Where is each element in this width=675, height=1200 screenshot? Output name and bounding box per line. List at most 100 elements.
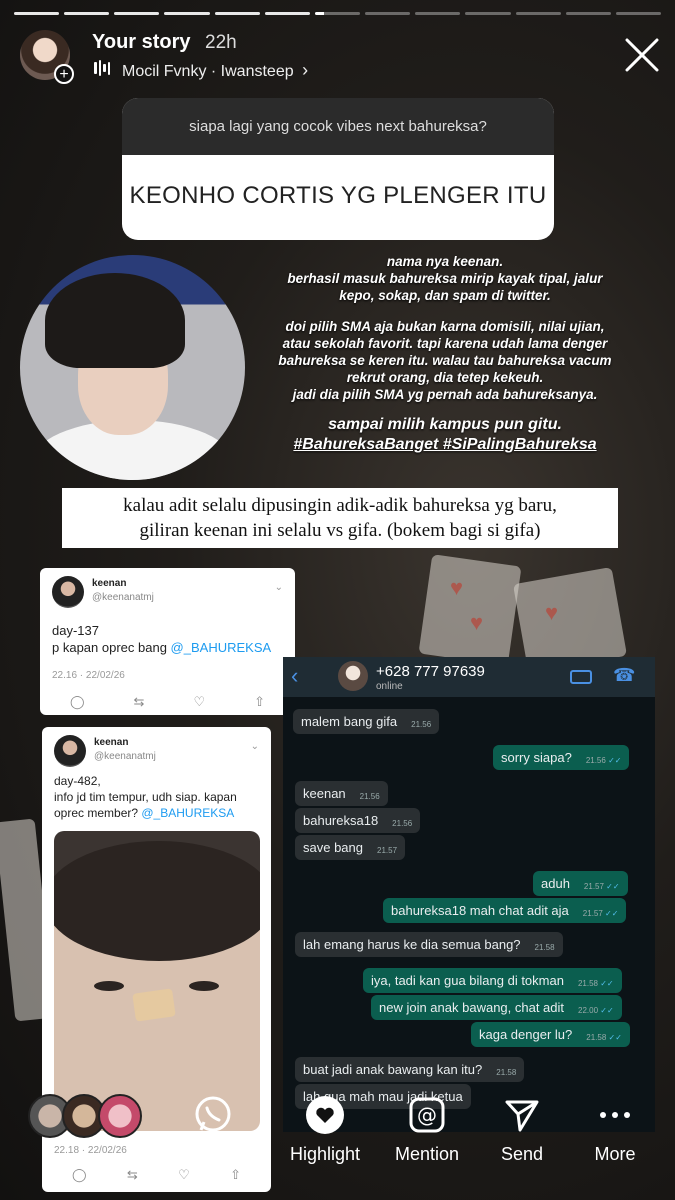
incoming-message[interactable]: malem bang gifa 21.56 [293, 709, 440, 734]
question-sticker: siapa lagi yang cocok vibes next bahurek… [122, 98, 554, 240]
message-text: keenan [303, 786, 346, 801]
progress-segment [365, 12, 411, 15]
message-time: 21.56 [411, 720, 432, 729]
svg-text:@: @ [417, 1103, 437, 1127]
like-icon[interactable]: ♡ [178, 1167, 190, 1183]
message-text: sorry siapa? [501, 750, 572, 765]
tweet-text: day-482, info jd tim tempur, udh siap. k… [54, 773, 237, 821]
message-text: new join anak bawang, chat adit [379, 1000, 565, 1015]
tweet-line: p kapan oprec bang [52, 640, 171, 655]
send-button[interactable]: Send [482, 1096, 562, 1165]
desc-line: atau sekolah favorit. tapi karena udah l… [282, 336, 608, 351]
story-description: nama nya keenan. berhasil masuk bahureks… [245, 253, 645, 455]
caption-line: kalau adit selalu dipusingin adik-adik b… [123, 495, 557, 516]
tweet-line: info jd tim tempur, udh siap. kapan [54, 790, 237, 804]
outgoing-message[interactable]: iya, tadi kan gua bilang di tokman 21.58 [363, 968, 622, 993]
heart-suit-icon: ♥ [470, 610, 484, 635]
contact-status: online [376, 681, 403, 692]
tweet-photo[interactable] [54, 831, 260, 1131]
share-icon[interactable]: ⇧ [230, 1167, 241, 1183]
progress-segment [164, 12, 210, 15]
desc-line: kepo, sokap, dan spam di twitter. [339, 288, 551, 303]
video-call-icon[interactable] [570, 670, 592, 684]
outgoing-message[interactable]: bahureksa18 mah chat adit aja 21.57 [383, 898, 627, 923]
whatsapp-share-icon[interactable] [193, 1094, 233, 1134]
message-time: 21.58 [534, 943, 555, 952]
tweet-timestamp: 22.16 · 22/02/26 [52, 670, 125, 681]
incoming-message[interactable]: buat jadi anak bawang kan itu? 21.58 [295, 1057, 525, 1082]
tweet-author-name: keenan [92, 578, 127, 589]
music-label: Mocil Fvnky · Iwansteep [122, 63, 294, 80]
back-arrow-icon[interactable]: ‹ [291, 663, 298, 689]
message-time: 21.58 [586, 1033, 622, 1042]
like-icon[interactable]: ♡ [193, 694, 205, 710]
phone-icon[interactable]: ☎ [613, 665, 635, 686]
share-icon[interactable]: ⇧ [254, 694, 265, 710]
desc-line: jadi dia pilih SMA yg pernah ada bahurek… [292, 387, 598, 402]
retweet-icon[interactable]: ⇆ [134, 694, 145, 710]
incoming-message[interactable]: bahureksa18 21.56 [295, 808, 421, 833]
message-text: kaga denger lu? [479, 1027, 573, 1042]
add-story-icon[interactable]: + [54, 64, 74, 84]
mention-button[interactable]: @ Mention [387, 1096, 467, 1165]
message-text: lah emang harus ke dia semua bang? [303, 937, 521, 952]
message-time: 21.58 [496, 1068, 517, 1077]
reply-icon[interactable]: ◯ [72, 1167, 87, 1183]
question-text: siapa lagi yang cocok vibes next bahurek… [122, 98, 554, 155]
highlight-label: Highlight [289, 1144, 361, 1164]
more-button[interactable]: More [575, 1096, 655, 1165]
progress-segment [565, 12, 611, 15]
at-sign-icon: @ [408, 1096, 446, 1134]
chat-header: ‹ +628 777 97639 online ☎ [283, 657, 655, 697]
message-time: 21.56 [359, 792, 380, 801]
tweet-author-handle: @keenanatmj [92, 592, 154, 603]
outgoing-message[interactable]: sorry siapa? 21.56 [493, 745, 630, 770]
send-label: Send [500, 1144, 544, 1164]
outgoing-message[interactable]: aduh 21.57 [533, 871, 628, 896]
tweet-actions: ◯ ⇆ ♡ ⇧ [72, 1167, 241, 1183]
incoming-message[interactable]: save bang 21.57 [295, 835, 406, 860]
tweet-card: keenan @keenanatmj ⌄ day-137 p kapan opr… [40, 568, 295, 715]
message-time: 21.57 [584, 882, 620, 891]
highlight-button[interactable]: Highlight [285, 1096, 365, 1165]
chevron-down-icon: ⌄ [274, 582, 283, 593]
viewer-avatar[interactable] [98, 1094, 142, 1138]
message-text: buat jadi anak bawang kan itu? [303, 1062, 483, 1077]
reply-icon[interactable]: ◯ [70, 694, 85, 710]
story-timestamp: 22h [205, 32, 237, 53]
close-icon[interactable] [625, 38, 659, 72]
desc-line: rekrut orang, dia tetep kekeuh. [346, 370, 544, 385]
message-time: 21.57 [377, 846, 398, 855]
paper-plane-icon [503, 1096, 541, 1134]
story-progress-bar [14, 12, 662, 15]
incoming-message[interactable]: lah emang harus ke dia semua bang? 21.58 [295, 932, 563, 957]
outgoing-message[interactable]: kaga denger lu? 21.58 [471, 1022, 630, 1047]
tweet-line: day-137 [52, 623, 99, 638]
heart-suit-icon: ♥ [450, 575, 464, 600]
mention-label: Mention [394, 1144, 460, 1164]
message-text: iya, tadi kan gua bilang di tokman [371, 973, 564, 988]
tweet-mention[interactable]: @_BAHUREKSA [141, 806, 234, 820]
question-answer: KEONHO CORTIS YG PLENGER ITU [129, 182, 547, 209]
story-owner-title[interactable]: Your story [92, 31, 191, 54]
heart-icon [306, 1096, 344, 1134]
music-attribution[interactable]: Mocil Fvnky · Iwansteep › [122, 60, 308, 81]
heart-suit-icon: ♥ [545, 600, 559, 625]
progress-segment [64, 12, 110, 15]
tweet-actions: ◯ ⇆ ♡ ⇧ [70, 694, 265, 710]
whatsapp-chat-screenshot: ‹ +628 777 97639 online ☎ malem bang gif… [283, 657, 655, 1132]
progress-segment [615, 12, 662, 15]
more-dots-icon [596, 1096, 634, 1134]
hashtags[interactable]: #BahureksaBanget #SiPalingBahureksa [293, 436, 596, 453]
chevron-down-icon: ⌄ [250, 741, 259, 752]
tweet-mention[interactable]: @_BAHUREKSA [171, 640, 272, 655]
retweet-icon[interactable]: ⇆ [127, 1167, 138, 1183]
message-time: 21.56 [586, 756, 622, 765]
desc-line: sampai milih kampus pun gitu. [328, 416, 562, 433]
progress-segment [114, 12, 160, 15]
message-text: bahureksa18 mah chat adit aja [391, 903, 569, 918]
outgoing-message[interactable]: new join anak bawang, chat adit 22.00 [371, 995, 622, 1020]
incoming-message[interactable]: keenan 21.56 [295, 781, 388, 806]
more-label: More [594, 1144, 636, 1164]
progress-segment [465, 12, 511, 15]
